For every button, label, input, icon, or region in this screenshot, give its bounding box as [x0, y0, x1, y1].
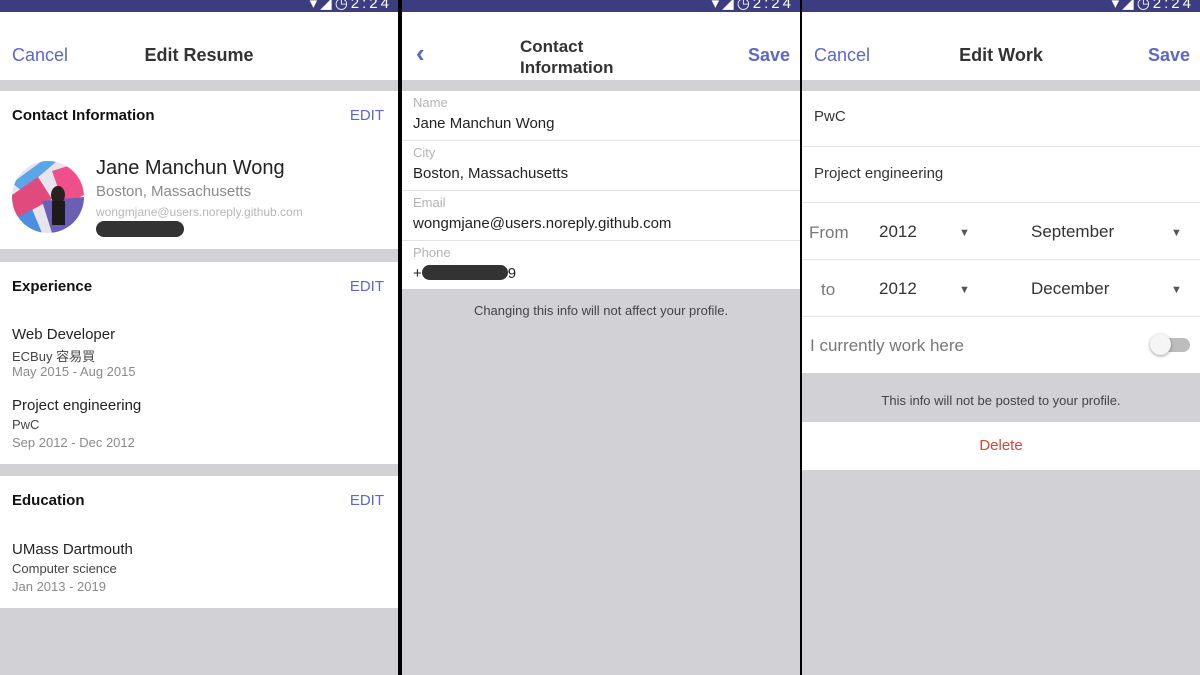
- current-work-row: I currently work here: [802, 317, 1200, 373]
- nav-bar: Cancel Edit Work Save: [802, 12, 1200, 80]
- info-footnote: This info will not be posted to your pro…: [881, 393, 1121, 408]
- name-field[interactable]: Name Jane Manchun Wong: [402, 91, 800, 141]
- current-work-toggle[interactable]: [1150, 334, 1190, 355]
- alarm-icon: ◷: [1136, 0, 1153, 12]
- wifi-icon: ▾: [711, 0, 723, 12]
- experience-company: ECBuy 容易買: [12, 349, 96, 364]
- caret-down-icon[interactable]: ▼: [1171, 284, 1182, 296]
- caret-down-icon[interactable]: ▼: [959, 284, 970, 296]
- company-field[interactable]: PwC: [802, 91, 1200, 147]
- experience-dates: Sep 2012 - Dec 2012: [12, 435, 135, 450]
- field-label: Email: [413, 195, 446, 210]
- name-input[interactable]: Jane Manchun Wong: [413, 115, 554, 132]
- contact-city: Boston, Massachusetts: [96, 183, 252, 200]
- education-heading: Education: [12, 492, 85, 509]
- contact-email: wongmjane@users.noreply.github.com: [96, 205, 303, 219]
- contact-information-screen: ▾◢◷2:24 ‹ Contact Information Save Name …: [402, 0, 800, 675]
- status-time: 2:24: [1152, 0, 1194, 12]
- city-input[interactable]: Boston, Massachusetts: [413, 165, 568, 182]
- status-time: 2:24: [752, 0, 794, 12]
- contact-heading: Contact Information: [12, 107, 155, 124]
- education-card: Education EDIT UMass Dartmouth Computer …: [0, 476, 398, 608]
- edit-experience-button[interactable]: EDIT: [350, 278, 384, 295]
- edit-resume-screen: ▾◢◷2:24 Cancel Edit Resume Contact Infor…: [0, 0, 398, 675]
- save-button[interactable]: Save: [748, 45, 790, 66]
- back-chevron-icon[interactable]: ‹: [416, 40, 425, 66]
- experience-card: Experience EDIT Web Developer ECBuy 容易買 …: [0, 262, 398, 464]
- email-input[interactable]: wongmjane@users.noreply.github.com: [413, 215, 671, 232]
- alarm-icon: ◷: [334, 0, 351, 12]
- to-year-select[interactable]: 2012: [879, 279, 917, 299]
- experience-title: Project engineering: [12, 397, 142, 414]
- experience-heading: Experience: [12, 278, 93, 295]
- phone-suffix: 9: [507, 265, 517, 282]
- page-title: Edit Work: [959, 45, 1043, 65]
- edit-work-screen: ▾◢◷2:24 Cancel Edit Work Save PwC Projec…: [802, 0, 1200, 675]
- experience-title: Web Developer: [12, 326, 116, 343]
- page-title: Edit Resume: [144, 45, 254, 65]
- status-bar: ▾◢◷2:24: [802, 0, 1200, 12]
- nav-bar: Cancel Edit Resume: [0, 12, 398, 80]
- education-dates: Jan 2013 - 2019: [12, 579, 106, 594]
- experience-company: PwC: [12, 417, 40, 432]
- status-time: 2:24: [350, 0, 392, 12]
- info-footnote: Changing this info will not affect your …: [473, 303, 729, 318]
- caret-down-icon[interactable]: ▼: [1171, 227, 1182, 239]
- contact-card: Contact Information EDIT Jane Manchun Wo…: [0, 91, 398, 249]
- wifi-icon: ▾: [309, 0, 321, 12]
- from-month-select[interactable]: September: [1031, 222, 1114, 242]
- caret-down-icon[interactable]: ▼: [959, 227, 970, 239]
- nav-bar: ‹ Contact Information Save: [402, 12, 800, 80]
- status-bar: ▾◢◷2:24: [0, 0, 398, 12]
- education-field: Computer science: [12, 561, 117, 576]
- position-input[interactable]: Project engineering: [814, 165, 943, 182]
- to-month-select[interactable]: December: [1031, 279, 1109, 299]
- contact-name: Jane Manchun Wong: [96, 157, 285, 179]
- from-row: From 2012 ▼ September ▼: [802, 203, 1200, 260]
- position-field[interactable]: Project engineering: [802, 147, 1200, 203]
- education-school: UMass Dartmouth: [12, 541, 133, 558]
- page-title: Contact Information: [520, 37, 614, 77]
- save-button[interactable]: Save: [1148, 45, 1190, 66]
- experience-dates: May 2015 - Aug 2015: [12, 364, 136, 379]
- redacted-phone: [421, 265, 508, 280]
- field-label: Name: [413, 95, 448, 110]
- city-field[interactable]: City Boston, Massachusetts: [402, 141, 800, 191]
- toggle-knob[interactable]: [1150, 334, 1171, 355]
- current-work-label: I currently work here: [810, 336, 964, 355]
- signal-icon: ◢: [320, 0, 335, 12]
- phone-field[interactable]: Phone +9: [402, 241, 800, 289]
- signal-icon: ◢: [1122, 0, 1137, 12]
- status-bar: ▾◢◷2:24: [402, 0, 800, 12]
- from-label: From: [809, 223, 849, 242]
- to-label: to: [821, 280, 836, 299]
- edit-contact-button[interactable]: EDIT: [350, 107, 384, 124]
- from-year-select[interactable]: 2012: [879, 222, 917, 242]
- signal-icon: ◢: [722, 0, 737, 12]
- delete-button[interactable]: Delete: [802, 437, 1200, 454]
- avatar: [12, 161, 84, 233]
- redacted-phone: [96, 221, 184, 237]
- email-field[interactable]: Email wongmjane@users.noreply.github.com: [402, 191, 800, 241]
- phone-prefix: +: [413, 265, 422, 282]
- delete-row: Delete: [802, 422, 1200, 470]
- wifi-icon: ▾: [1111, 0, 1123, 12]
- edit-education-button[interactable]: EDIT: [350, 492, 384, 509]
- field-label: City: [413, 145, 436, 160]
- company-input[interactable]: PwC: [814, 108, 846, 125]
- field-label: Phone: [413, 245, 451, 260]
- phone-input[interactable]: +9: [413, 265, 516, 282]
- to-row: to 2012 ▼ December ▼: [802, 260, 1200, 317]
- alarm-icon: ◷: [736, 0, 753, 12]
